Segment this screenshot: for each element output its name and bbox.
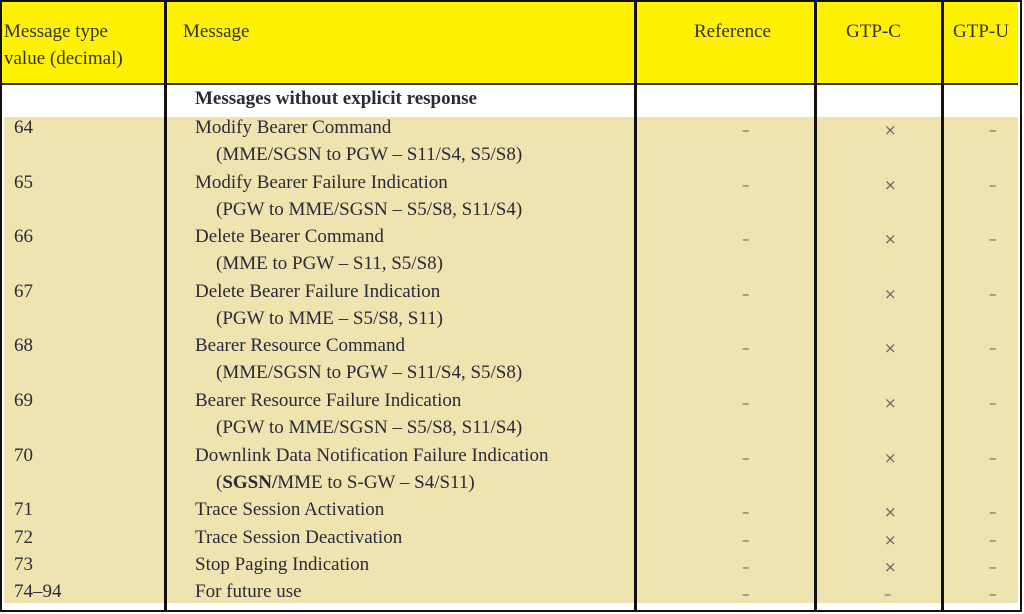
message-detail: (PGW to MME/SGSN – S5/S8, S11/S4) [216,417,523,438]
message-detail: (SGSN/MME to S-GW – S4/S11) [216,471,475,493]
section-title: Messages without explicit response [195,88,477,109]
gtp-u-mark: – [989,557,997,576]
message-type-value: 64 [14,117,33,138]
section-row [4,85,1018,117]
reference-mark: – [742,394,750,412]
reference-mark: – [742,530,750,549]
message-name: Delete Bearer Failure Indication [195,280,441,302]
message-name: Modify Bearer Failure Indication [195,171,448,193]
gtp-c-mark: × [884,530,897,549]
message-type-value: 70 [14,444,33,466]
message-type-value: 71 [14,499,33,521]
message-detail: (PGW to MME/SGSN – S5/S8, S11/S4) [216,198,523,220]
reference-mark: – [742,339,750,358]
message-type-value: 69 [14,390,33,411]
gtp-c-mark: × [884,121,897,139]
gtp-u-mark: – [989,448,997,467]
message-detail: (MME to PGW – S11, S5/S8) [216,253,443,275]
header-type-value-line2: value (decimal) [4,48,123,69]
header-gtp-u: GTP-U [953,21,1009,42]
message-name: Bearer Resource Command [195,335,405,357]
message-type-value: 73 [14,553,33,575]
message-detail: (PGW to MME – S5/S8, S11) [216,307,443,329]
gtp-u-mark: – [989,394,997,412]
message-detail: (MME/SGSN to PGW – S11/S4, S5/S8) [216,362,523,384]
gtp-u-mark: – [989,339,997,358]
message-name: Delete Bearer Command [195,226,384,248]
gtp-c-mark: × [884,175,897,194]
message-detail: (MME/SGSN to PGW – S11/S4, S5/S8) [216,144,523,165]
reference-mark: – [742,557,750,576]
message-type-value: 68 [14,335,33,357]
message-name: Downlink Data Notification Failure Indic… [195,444,549,466]
gtp-c-mark: × [884,394,897,412]
message-type-value: 65 [14,171,33,193]
header-gtp-c: GTP-C [846,21,901,42]
reference-mark: – [742,121,750,139]
column-divider [941,2,944,610]
message-name: For future use [195,581,302,603]
gtp-u-mark: – [989,284,997,303]
gtp-u-mark: – [989,530,997,549]
message-name: Bearer Resource Failure Indication [195,390,462,411]
message-name: Trace Session Activation [195,499,385,521]
column-divider [814,2,817,610]
gtp-c-mark: × [884,284,897,303]
reference-mark: – [742,230,750,249]
gtp-c-mark: – [884,585,892,604]
reference-mark: – [742,448,750,467]
message-type-value: 66 [14,226,33,248]
gtp-c-mark: × [884,339,897,358]
gtp-c-mark: × [884,230,897,249]
header-message: Message [183,21,250,42]
reference-mark: – [742,175,750,194]
gtp-u-mark: – [989,230,997,249]
message-name: Modify Bearer Command [195,117,392,138]
gtp-u-mark: – [989,503,997,522]
gtp-u-mark: – [989,585,997,604]
message-name: Trace Session Deactivation [195,526,403,548]
gtp-c-mark: × [884,448,897,467]
message-type-value: 67 [14,280,33,302]
column-divider [634,2,637,610]
gtp-u-mark: – [989,175,997,194]
column-divider [164,2,167,610]
gtp-u-mark: – [989,121,997,139]
message-type-value: 72 [14,526,33,548]
reference-mark: – [742,503,750,522]
header-type-value-line1: Message type [4,21,108,42]
message-name: Stop Paging Indication [195,553,370,575]
reference-mark: – [742,585,750,604]
message-type-value: 74–94 [14,581,62,603]
reference-mark: – [742,284,750,303]
gtp-c-mark: × [884,557,897,576]
header-reference: Reference [694,21,771,42]
gtp-c-mark: × [884,503,897,522]
header-type-value: Message type value (decimal) [4,18,123,72]
